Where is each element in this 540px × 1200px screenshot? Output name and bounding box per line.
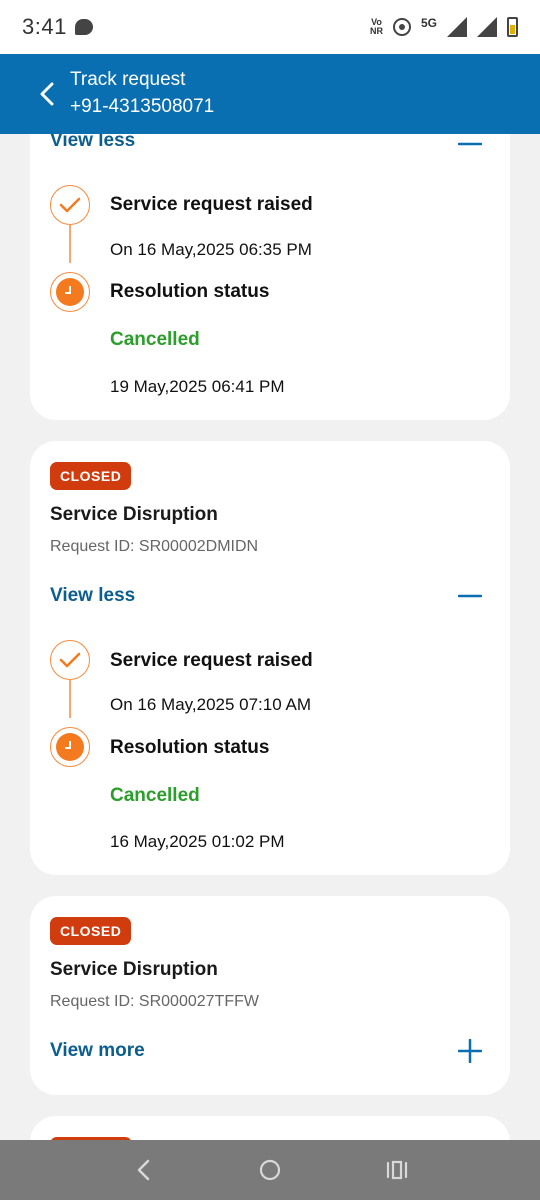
- nav-home-icon: [259, 1159, 281, 1181]
- message-notification-icon: [74, 19, 93, 35]
- system-nav-bar: [0, 1140, 540, 1200]
- minus-icon[interactable]: [458, 134, 482, 156]
- resolution-status: Cancelled: [110, 329, 200, 350]
- back-button[interactable]: [32, 79, 62, 109]
- view-less-link[interactable]: View less: [50, 585, 135, 607]
- timeline-connector: [69, 225, 71, 263]
- request-id: Request ID: SR000027TFFW: [50, 993, 259, 1010]
- step-date: On 16 May,2025 07:10 AM: [110, 695, 311, 714]
- minus-icon[interactable]: [458, 584, 482, 608]
- step-date: 19 May,2025 06:41 PM: [110, 377, 285, 396]
- check-icon: [59, 652, 81, 668]
- timeline-connector: [69, 680, 71, 718]
- request-title: Service Disruption: [50, 959, 218, 980]
- signal-icon-2: [477, 17, 497, 37]
- step-title: Resolution status: [110, 737, 270, 758]
- nav-recents-icon: [386, 1160, 407, 1180]
- step-title: Resolution status: [110, 281, 270, 302]
- clock-icon: [56, 278, 84, 306]
- view-more-link[interactable]: View more: [50, 1040, 145, 1062]
- step-pending-indicator: [50, 727, 90, 767]
- status-bar: 3:41 Vo NR 5G: [0, 0, 540, 54]
- nav-recents-button[interactable]: [377, 1150, 417, 1190]
- step-date: 16 May,2025 01:02 PM: [110, 832, 285, 851]
- step-title: Service request raised: [110, 650, 313, 671]
- network-type-label: 5G: [420, 16, 437, 30]
- page-title: Track request: [70, 69, 186, 90]
- step-title: Service request raised: [110, 194, 313, 215]
- hotspot-icon: [392, 18, 411, 36]
- request-title: Service Disruption: [50, 504, 218, 525]
- check-icon: [59, 197, 81, 213]
- nav-home-button[interactable]: [250, 1150, 290, 1190]
- chevron-left-icon: [40, 82, 54, 106]
- view-less-link[interactable]: View less: [50, 134, 135, 152]
- app-bar-titles: Track request +91-4313508071: [70, 67, 214, 121]
- request-card: [30, 1116, 510, 1140]
- status-badge: CLOSED: [50, 462, 132, 490]
- step-pending-indicator: [50, 272, 90, 312]
- signal-icon: [447, 17, 467, 37]
- clock-icon: [56, 733, 84, 761]
- status-time: 3:41: [22, 14, 67, 39]
- request-card: CLOSED Service Disruption Request ID: SR…: [30, 441, 510, 875]
- step-done-indicator: [50, 185, 90, 225]
- request-list[interactable]: View less Service request raised On 16 M…: [0, 134, 540, 1140]
- step-date: On 16 May,2025 06:35 PM: [110, 240, 312, 259]
- request-card: CLOSED Service Disruption Request ID: SR…: [30, 896, 510, 1095]
- nav-back-button[interactable]: [123, 1150, 163, 1190]
- nav-back-icon: [138, 1159, 150, 1181]
- status-badge: CLOSED: [50, 917, 132, 945]
- step-done-indicator: [50, 640, 90, 680]
- volte-icon: Vo NR: [370, 18, 383, 36]
- plus-icon[interactable]: [458, 1039, 482, 1063]
- app-bar: Track request +91-4313508071: [0, 54, 540, 134]
- request-id: Request ID: SR00002DMIDN: [50, 538, 259, 555]
- request-card: View less Service request raised On 16 M…: [30, 134, 510, 420]
- resolution-status: Cancelled: [110, 785, 200, 806]
- battery-icon: [507, 17, 518, 37]
- volte-bottom-label: NR: [369, 26, 383, 36]
- page-subtitle: +91-4313508071: [70, 96, 215, 117]
- status-icons: Vo NR 5G: [370, 16, 518, 38]
